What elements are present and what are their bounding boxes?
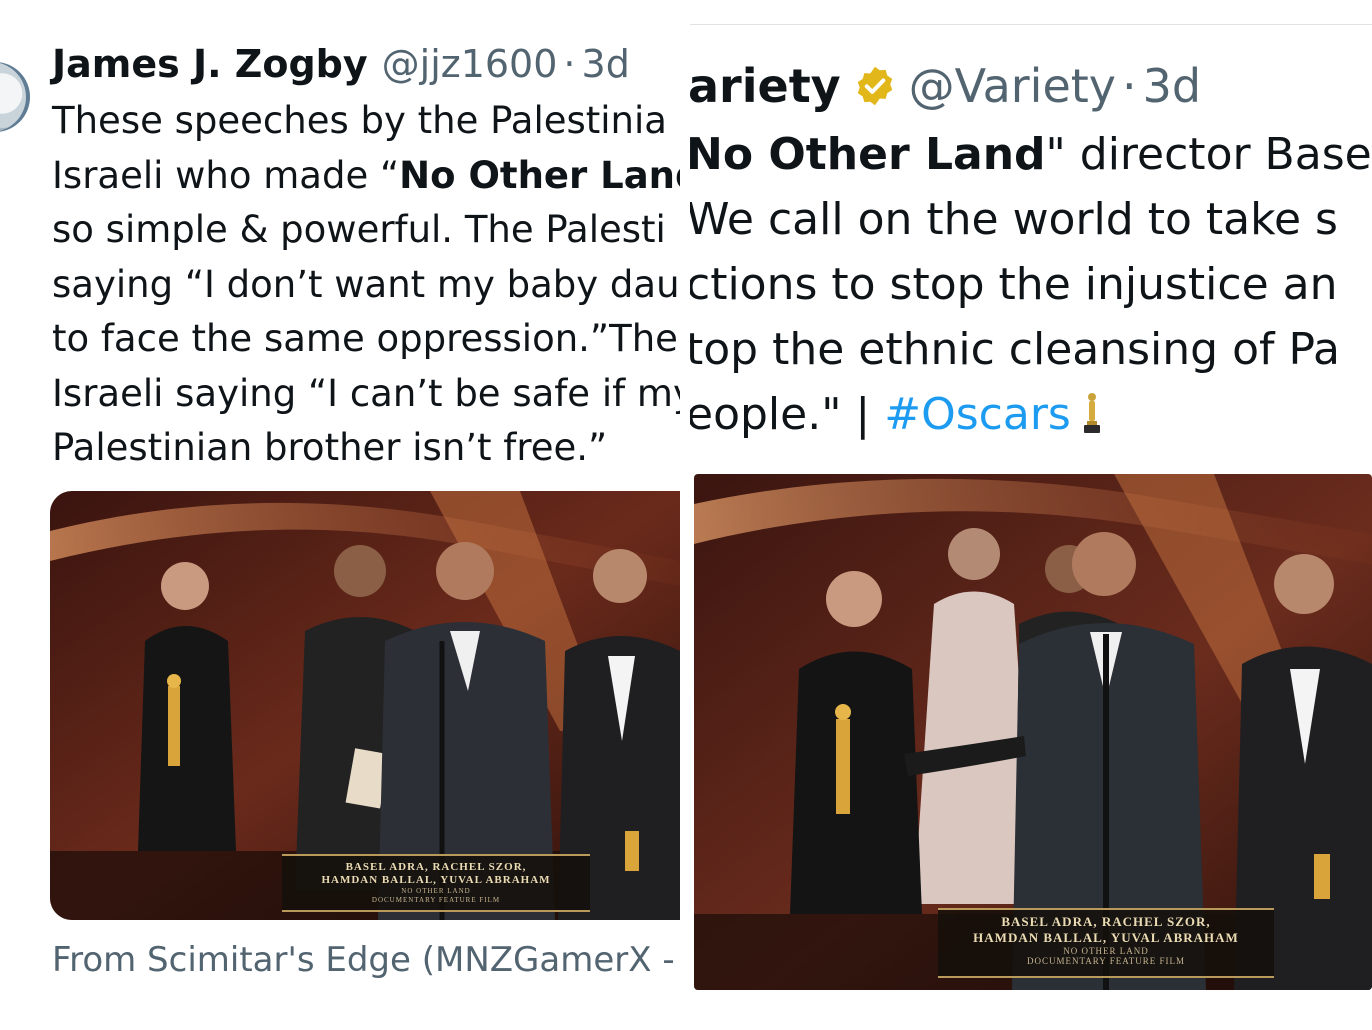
lower-third-caption: BASEL ADRA, RACHEL SZOR, HAMDAN BALLAL, … — [282, 854, 590, 912]
avatar[interactable] — [0, 62, 30, 132]
tweet-text-line: to face the same oppression.”The — [52, 317, 678, 360]
caption-line: DOCUMENTARY FEATURE FILM — [1027, 956, 1185, 966]
caption-line: BASEL ADRA, RACHEL SZOR, — [345, 861, 527, 873]
media-source-attribution[interactable]: From Scimitar's Edge (MNZGamerX - A — [52, 940, 680, 980]
film-title-bold: No Other Land — [399, 153, 680, 197]
tweet-text-line: We call on the world to take s — [690, 194, 1338, 245]
trophy-icon — [1083, 393, 1100, 433]
separator-dot: · — [1122, 59, 1137, 113]
tweet-text-line: so simple & powerful. The Palesti — [52, 208, 666, 251]
tweet-text-line: top the ethnic cleansing of Pa — [690, 324, 1340, 375]
tweet-text-segment: eople." | — [690, 389, 885, 440]
caption-line: DOCUMENTARY FEATURE FILM — [371, 896, 501, 904]
author-handle[interactable]: @jjz1600 — [382, 42, 558, 86]
separator-dot: · — [563, 42, 576, 86]
hashtag-link[interactable]: #Oscars — [884, 389, 1071, 440]
tweet-text-line: Israeli saying “I can’t be safe if my — [52, 371, 680, 415]
author-name[interactable]: ariety — [690, 59, 841, 113]
left-tweet-card: James J. Zogby @jjz1600 · 3d These speec… — [0, 0, 680, 1030]
author-name[interactable]: James J. Zogby — [52, 42, 368, 86]
caption-line: HAMDAN BALLAL, YUVAL ABRAHAM — [973, 930, 1239, 945]
tweet-video-still[interactable]: BASEL ADRA, RACHEL SZOR, HAMDAN BALLAL, … — [50, 491, 680, 920]
lower-third-caption: BASEL ADRA, RACHEL SZOR, HAMDAN BALLAL, … — [938, 908, 1274, 978]
tweet-video-still[interactable]: BASEL ADRA, RACHEL SZOR, HAMDAN BALLAL, … — [694, 474, 1372, 990]
tweet-text: These speeches by the Palestinia Israeli… — [52, 94, 680, 476]
tweet-text-line: Israeli who made “No Other Land — [52, 149, 680, 204]
film-title-bold: No Other Land — [690, 129, 1046, 180]
tweet-text-line: These speeches by the Palestinia — [52, 99, 667, 142]
tweet-age[interactable]: 3d — [1143, 59, 1201, 113]
tweet-text-line: ctions to stop the injustice an — [690, 259, 1338, 310]
tweet-text-line: Palestinian brother isn’t free.” — [52, 426, 608, 469]
caption-line: NO OTHER LAND — [1063, 946, 1149, 956]
right-tweet-card: ariety @Variety · 3d No Other Land" dire… — [690, 0, 1372, 1030]
tweet-text-line: saying “I don’t want my baby daug — [52, 262, 680, 306]
caption-line: NO OTHER LAND — [401, 887, 471, 895]
divider — [690, 24, 1372, 25]
caption-line: BASEL ADRA, RACHEL SZOR, — [1001, 914, 1211, 929]
author-handle[interactable]: @Variety — [909, 59, 1116, 113]
tweet-text: No Other Land" director Base We call on … — [690, 122, 1372, 447]
tweet-text-segment: " director Base — [1045, 129, 1372, 180]
caption-line: HAMDAN BALLAL, YUVAL ABRAHAM — [321, 874, 551, 886]
gold-check-badge-icon — [857, 66, 892, 106]
tweet-header: ariety @Variety · 3d — [690, 58, 1201, 114]
tweet-header: James J. Zogby @jjz1600 · 3d — [52, 40, 630, 88]
tweet-text-line: No Other Land" director Base — [690, 122, 1372, 187]
tweet-text-segment: Israeli who made “ — [52, 153, 400, 197]
tweet-age[interactable]: 3d — [582, 42, 630, 86]
tweet-text-line: eople." | #Oscars — [690, 382, 1372, 447]
